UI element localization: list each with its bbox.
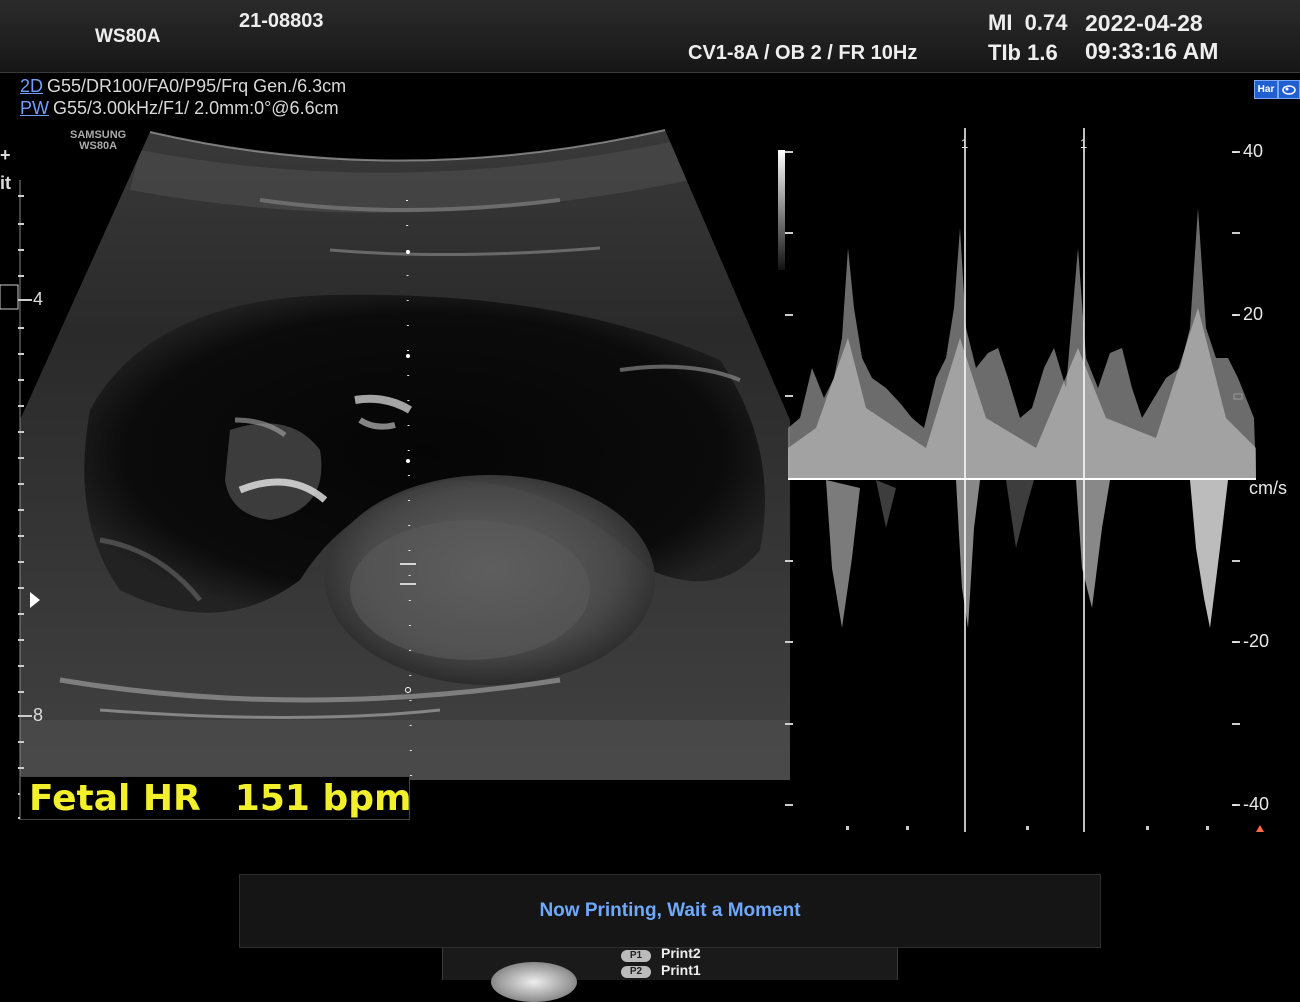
exam-time: 09:33:16 AM xyxy=(1085,38,1219,64)
p2-print-label: Print1 xyxy=(661,962,701,978)
side-plus-label: + xyxy=(0,145,11,165)
velocity-label-minus-20: - -20 xyxy=(1232,631,1270,651)
patient-id: 21-08803 xyxy=(239,10,324,32)
depth-label-8: 8 xyxy=(33,705,44,725)
top-header-bar: WS80A 21-08803 CV1-8A / OB 2 / FR 10Hz M… xyxy=(0,0,1300,73)
mode-2d-link[interactable]: 2D xyxy=(20,76,43,96)
p1-print-label: Print2 xyxy=(661,945,701,961)
params-2d-line: 2D G55/DR100/FA0/P95/Frq Gen./6.3cm xyxy=(20,76,346,97)
velocity-unit: cm/s xyxy=(1249,478,1287,498)
mechanical-index: MI 0.74 xyxy=(988,10,1068,35)
velocity-label-20: - 20 xyxy=(1232,304,1264,324)
velocity-label-minus-40: - -40 xyxy=(1232,794,1270,814)
fetus-icon xyxy=(1278,80,1300,99)
params-pw-values: G55/3.00kHz/F1/ 2.0mm:0°@6.6cm xyxy=(53,98,339,118)
b-mode-image[interactable]: SAMSUNG WS80A 4 8 xyxy=(0,120,790,830)
params-2d-values: G55/DR100/FA0/P95/Frq Gen./6.3cm xyxy=(47,76,347,96)
fetal-hr-label: Fetal HR xyxy=(29,778,201,819)
mode-pw-link[interactable]: PW xyxy=(20,98,49,118)
exam-date: 2022-04-28 xyxy=(1085,10,1203,36)
printing-message: Now Printing, Wait a Moment xyxy=(539,900,801,921)
print-key-panel: P1 Print2 P2 Print1 xyxy=(442,945,898,1002)
fetal-hr-measurement: Fetal HR 151 bpm xyxy=(20,776,412,820)
cursor-marker-2: 1 xyxy=(1080,136,1088,151)
fetal-hr-value: 151 bpm xyxy=(234,778,412,819)
depth-label-4: 4 xyxy=(33,289,44,309)
harmonic-badge: Har xyxy=(1254,80,1278,99)
status-message-bar: Now Printing, Wait a Moment xyxy=(239,874,1101,948)
thermal-index-bone: TIb 1.6 xyxy=(988,40,1058,65)
pw-doppler-spectrum[interactable]: 1 1 - 40 - 20 cm/s - -20 - -40 xyxy=(776,128,1300,840)
probe-preset: CV1-8A / OB 2 / FR 10Hz xyxy=(688,42,918,64)
samsung-logo: SAMSUNG WS80A xyxy=(70,129,127,152)
knob-control[interactable] xyxy=(491,962,577,1002)
side-it-label: it xyxy=(0,173,11,193)
p2-key[interactable]: P2 xyxy=(621,966,651,978)
velocity-label-40: - 40 xyxy=(1232,141,1264,161)
system-name: WS80A xyxy=(95,26,161,47)
cursor-marker-1: 1 xyxy=(961,136,969,151)
p1-key[interactable]: P1 xyxy=(621,950,651,962)
params-pw-line: PW G55/3.00kHz/F1/ 2.0mm:0°@6.6cm xyxy=(20,98,339,119)
